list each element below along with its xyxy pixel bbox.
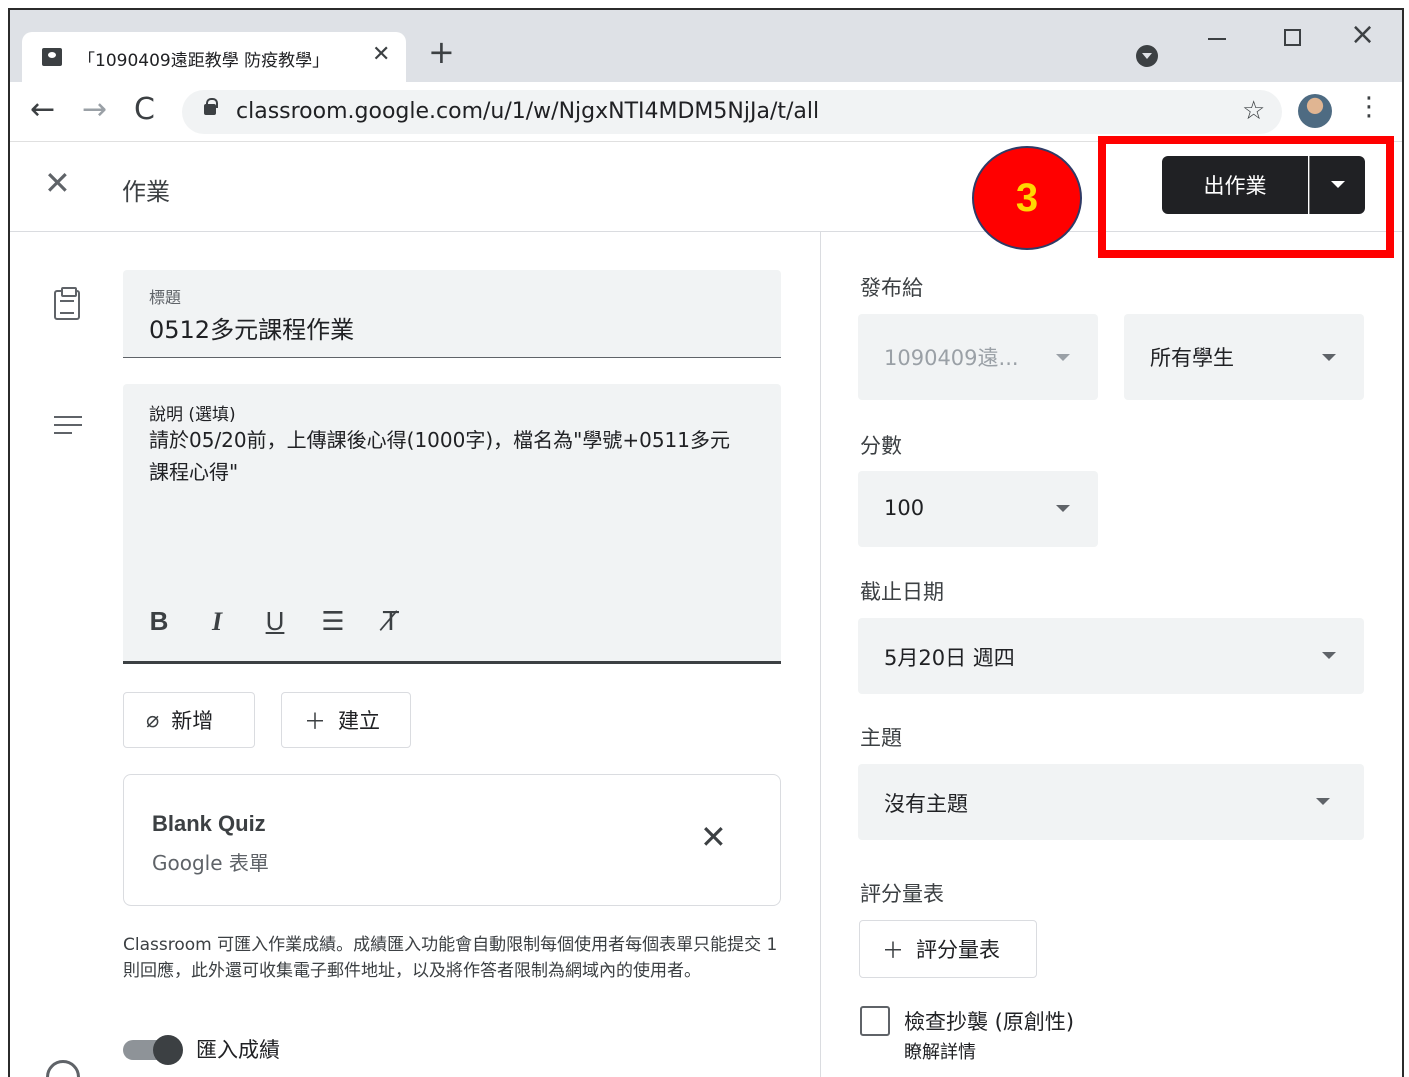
title-field[interactable]: 標題 0512多元課程作業 xyxy=(123,270,781,358)
import-grades-label: 匯入成績 xyxy=(196,1038,280,1062)
tab-title: 「1090409遠距教學 防疫教學」 xyxy=(78,51,330,71)
italic-icon[interactable]: I xyxy=(201,607,233,637)
topic-value: 沒有主題 xyxy=(884,792,968,816)
create-label: 建立 xyxy=(338,709,381,733)
add-rubric-button[interactable]: ＋ 評分量表 xyxy=(859,920,1037,978)
attachment-subtitle: Google 表單 xyxy=(152,851,269,875)
due-label: 截止日期 xyxy=(860,580,944,604)
description-value[interactable]: 請於05/20前，上傳課後心得(1000字)，檔名為"學號+0511多元課程心得… xyxy=(149,424,749,488)
import-note: Classroom 可匯入作業成績。成績匯入功能會自動限制每個使用者每個表單只能… xyxy=(123,935,778,981)
bulleted-list-icon[interactable]: ☰ xyxy=(317,607,349,637)
rubric-label: 評分量表 xyxy=(860,882,944,906)
tab-close-icon[interactable]: ✕ xyxy=(372,42,390,67)
plagiarism-checkbox[interactable] xyxy=(860,1006,890,1036)
create-button[interactable]: ＋ 建立 xyxy=(281,692,411,748)
attachment-card[interactable]: Blank Quiz Google 表單 ✕ xyxy=(123,774,781,906)
chevron-down-icon xyxy=(1322,354,1336,361)
description-label: 說明 (選填) xyxy=(149,405,236,425)
topic-label: 主題 xyxy=(860,726,902,750)
assign-button[interactable]: 出作業 xyxy=(1162,156,1308,214)
points-label: 分數 xyxy=(860,434,902,458)
column-divider xyxy=(820,232,821,1077)
title-label: 標題 xyxy=(149,288,182,307)
paperclip-icon: ⌀ xyxy=(146,707,160,733)
menu-icon[interactable]: ⋮ xyxy=(1356,94,1382,120)
tab-strip: 「1090409遠距教學 防疫教學」 ✕ + × xyxy=(10,10,1402,82)
class-select[interactable]: 1090409遠... xyxy=(858,314,1098,400)
remove-attachment-icon[interactable]: ✕ xyxy=(700,821,727,853)
classroom-favicon-icon xyxy=(42,48,62,66)
bold-icon[interactable]: B xyxy=(143,606,175,637)
toggle-knob xyxy=(153,1035,183,1065)
window-maximize-button[interactable] xyxy=(1284,29,1301,46)
points-select[interactable]: 100 xyxy=(858,471,1098,547)
step-badge: 3 xyxy=(972,146,1082,250)
underline-icon[interactable]: U xyxy=(259,606,291,637)
profile-download-icon[interactable] xyxy=(1136,45,1158,67)
rubric-button-label: 評分量表 xyxy=(916,938,1001,962)
forward-icon[interactable]: → xyxy=(82,92,107,127)
chevron-down-icon xyxy=(1322,652,1336,659)
add-attachment-button[interactable]: ⌀ 新增 xyxy=(123,692,255,748)
browser-window: 「1090409遠距教學 防疫教學」 ✕ + × ← → C classroom… xyxy=(8,8,1404,1077)
learn-more-link[interactable]: 瞭解詳情 xyxy=(904,1038,976,1064)
notes-icon xyxy=(54,416,82,436)
page-title: 作業 xyxy=(122,178,170,206)
due-date-select[interactable]: 5月20日 週四 xyxy=(858,618,1364,694)
import-grades-toggle[interactable] xyxy=(123,1034,183,1065)
description-field[interactable]: 說明 (選填) 請於05/20前，上傳課後心得(1000字)，檔名為"學號+05… xyxy=(123,384,781,664)
assignment-header: ✕ 作業 3 出作業 xyxy=(10,136,1402,258)
topic-select[interactable]: 沒有主題 xyxy=(858,764,1364,840)
attachment-title[interactable]: Blank Quiz xyxy=(152,811,266,837)
window-close-button[interactable]: × xyxy=(1350,20,1375,50)
browser-toolbar: ← → C classroom.google.com/u/1/w/NjgxNTI… xyxy=(10,82,1402,142)
plagiarism-label: 檢查抄襲 (原創性) xyxy=(904,1010,1075,1034)
add-attachment-label: 新增 xyxy=(171,709,214,733)
chevron-down-icon xyxy=(1056,354,1070,361)
chevron-down-icon xyxy=(1056,505,1070,512)
title-value[interactable]: 0512多元課程作業 xyxy=(149,310,354,345)
class-select-value: 1090409遠... xyxy=(884,346,1019,370)
window-minimize-button[interactable] xyxy=(1208,38,1226,40)
new-tab-button[interactable]: + xyxy=(428,36,455,68)
lock-icon[interactable] xyxy=(204,98,218,115)
students-select[interactable]: 所有學生 xyxy=(1124,314,1364,400)
clipboard-icon xyxy=(54,287,80,320)
star-icon[interactable]: ☆ xyxy=(1242,96,1265,126)
students-select-value: 所有學生 xyxy=(1150,346,1234,370)
format-toolbar: B I U ☰ T̸ xyxy=(143,606,407,637)
reload-icon[interactable]: C xyxy=(134,92,155,127)
points-select-value: 100 xyxy=(884,496,925,520)
for-label: 發布給 xyxy=(860,276,923,300)
close-icon[interactable]: ✕ xyxy=(44,164,71,202)
due-date-value: 5月20日 週四 xyxy=(884,646,1015,670)
address-bar[interactable]: classroom.google.com/u/1/w/NjgxNTI4MDM5N… xyxy=(182,90,1282,134)
chevron-down-icon xyxy=(1316,798,1330,805)
back-icon[interactable]: ← xyxy=(30,92,55,127)
clear-formatting-icon[interactable]: T̸ xyxy=(375,607,407,637)
browser-tab[interactable]: 「1090409遠距教學 防疫教學」 ✕ xyxy=(22,32,406,82)
profile-avatar[interactable] xyxy=(1298,94,1332,128)
plus-icon: ＋ xyxy=(304,710,327,735)
plus-icon: ＋ xyxy=(882,939,905,964)
help-icon[interactable] xyxy=(46,1060,80,1077)
assign-dropdown-icon[interactable] xyxy=(1309,156,1365,214)
url-text[interactable]: classroom.google.com/u/1/w/NjgxNTI4MDM5N… xyxy=(236,99,819,124)
